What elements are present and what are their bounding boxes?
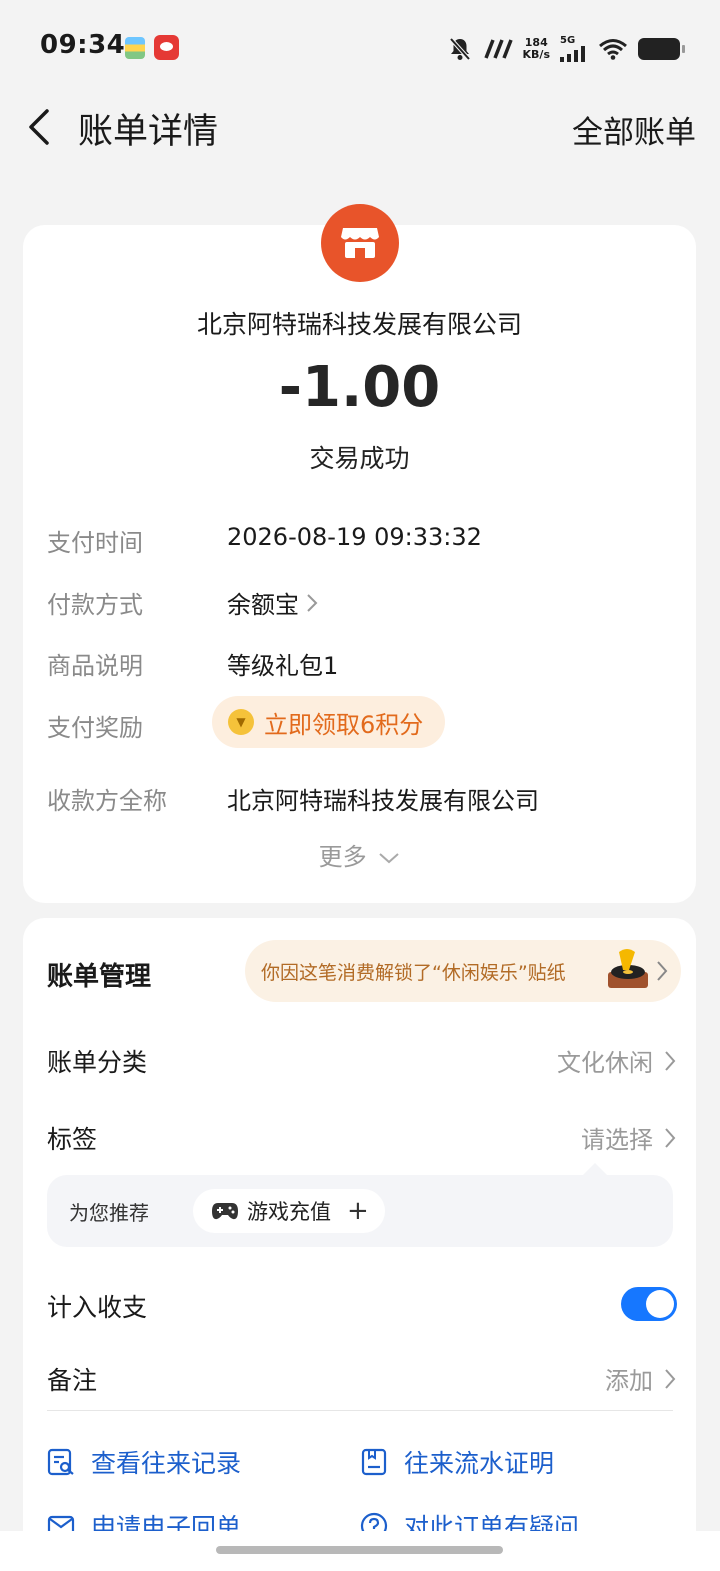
view-history-label: 查看往来记录 <box>91 1449 242 1478</box>
note-row[interactable]: 备注 添加 <box>47 1357 677 1401</box>
coin-icon: ▼ <box>228 709 254 735</box>
gamepad-icon <box>212 1203 238 1220</box>
bill-management-card: 账单管理 你因这笔消费解锁了“休闲娱乐”贴纸 账单分类 文化休闲 标签 请选择 … <box>23 918 696 1558</box>
signal-bars-icon <box>560 46 585 62</box>
include-in-stats-toggle[interactable] <box>621 1287 677 1321</box>
bill-category-label: 账单分类 <box>47 1048 148 1077</box>
claim-points-text: 立即领取6积分 <box>264 710 424 739</box>
transaction-amount: -1.00 <box>278 355 441 420</box>
note-value-wrap: 添加 <box>605 1361 677 1396</box>
chevron-right-icon <box>665 1127 676 1148</box>
sticker-unlock-text: 你因这笔消费解锁了“休闲娱乐”贴纸 <box>261 961 566 984</box>
status-icons: 184 KB/s 5G <box>447 34 685 64</box>
include-in-stats-row: 计入收支 <box>47 1284 677 1328</box>
net-speed: 184 KB/s <box>522 36 550 61</box>
view-history-link[interactable]: 查看往来记录 <box>47 1444 241 1480</box>
flow-proof-label: 往来流水证明 <box>404 1449 555 1478</box>
battery-icon <box>638 38 685 60</box>
reward-row: 支付奖励 ▼ 立即领取6积分 <box>47 696 677 748</box>
chevron-right-icon <box>665 1050 676 1071</box>
more-label: 更多 <box>318 843 367 871</box>
note-value: 添加 <box>605 1367 653 1395</box>
chevron-right-icon <box>665 1368 676 1389</box>
status-bar: 09:34 184 KB/s 5G <box>0 0 720 100</box>
shop-icon <box>341 228 379 258</box>
chevron-down-icon <box>379 853 399 864</box>
pay-method-value: 余额宝 <box>227 591 299 619</box>
nfc-icon <box>483 39 513 59</box>
merchant-name: 北京阿特瑞科技发展有限公司 <box>196 310 522 339</box>
tag-label: 标签 <box>47 1125 98 1154</box>
bill-category-value: 文化休闲 <box>557 1049 653 1077</box>
notification-app-icon <box>154 35 179 60</box>
mute-bell-icon <box>449 37 471 61</box>
certificate-icon <box>361 1448 387 1476</box>
product-value: 等级礼包1 <box>227 652 339 680</box>
merchant-icon <box>321 204 399 282</box>
pay-method-value-wrap[interactable]: 余额宝 <box>227 585 319 620</box>
divider <box>47 1410 673 1411</box>
pay-method-row[interactable]: 付款方式 余额宝 <box>47 585 677 625</box>
all-bills-link[interactable]: 全部账单 <box>572 107 696 152</box>
wallet-app-icon <box>125 37 145 59</box>
back-arrow-icon[interactable] <box>22 107 62 147</box>
tag-value: 请选择 <box>581 1126 653 1154</box>
bill-category-value-wrap: 文化休闲 <box>557 1043 677 1078</box>
home-indicator[interactable] <box>216 1546 503 1554</box>
transaction-status: 交易成功 <box>309 444 410 473</box>
product-row: 商品说明 等级礼包1 <box>47 646 677 686</box>
flow-proof-link[interactable]: 往来流水证明 <box>360 1444 554 1480</box>
status-time: 09:34 <box>40 30 126 60</box>
payee-label: 收款方全称 <box>47 787 167 815</box>
claim-points-button[interactable]: ▼ 立即领取6积分 <box>212 696 446 748</box>
bill-category-row[interactable]: 账单分类 文化休闲 <box>47 1039 677 1083</box>
note-label: 备注 <box>47 1366 98 1395</box>
cellular-signal: 5G <box>560 36 588 62</box>
recommended-tag-label: 游戏充值 <box>247 1200 331 1224</box>
pay-time-row: 支付时间 2026-08-19 09:33:32 <box>47 523 677 563</box>
payee-value: 北京阿特瑞科技发展有限公司 <box>227 787 539 815</box>
plus-icon: + <box>347 1196 369 1226</box>
tag-recommendation: 为您推荐 游戏充值 + <box>47 1163 673 1247</box>
recommended-tag-chip[interactable]: 游戏充值 + <box>193 1189 385 1233</box>
include-in-stats-label: 计入收支 <box>47 1293 148 1322</box>
tag-value-wrap: 请选择 <box>581 1120 677 1155</box>
bill-management-title: 账单管理 <box>47 962 152 992</box>
page-title: 账单详情 <box>78 112 219 152</box>
chevron-right-icon <box>307 593 318 612</box>
sticker-unlock-banner[interactable]: 你因这笔消费解锁了“休闲娱乐”贴纸 <box>245 940 681 1002</box>
pay-method-label: 付款方式 <box>47 591 143 619</box>
recommend-label: 为您推荐 <box>69 1201 149 1225</box>
reward-label: 支付奖励 <box>47 714 143 742</box>
header: 账单详情 全部账单 <box>0 95 720 159</box>
product-label: 商品说明 <box>47 652 143 680</box>
wifi-icon <box>599 39 627 60</box>
chevron-right-icon <box>657 961 668 981</box>
tag-row[interactable]: 标签 请选择 <box>47 1116 677 1160</box>
pay-time-label: 支付时间 <box>47 529 143 557</box>
pay-time-value: 2026-08-19 09:33:32 <box>227 523 482 551</box>
transaction-card: 北京阿特瑞科技发展有限公司 -1.00 交易成功 支付时间 2026-08-19… <box>23 204 696 903</box>
payee-row: 收款方全称 北京阿特瑞科技发展有限公司 <box>47 781 677 821</box>
record-player-icon <box>608 949 648 988</box>
more-button[interactable]: 更多 <box>23 837 696 872</box>
document-search-icon <box>47 1448 74 1476</box>
